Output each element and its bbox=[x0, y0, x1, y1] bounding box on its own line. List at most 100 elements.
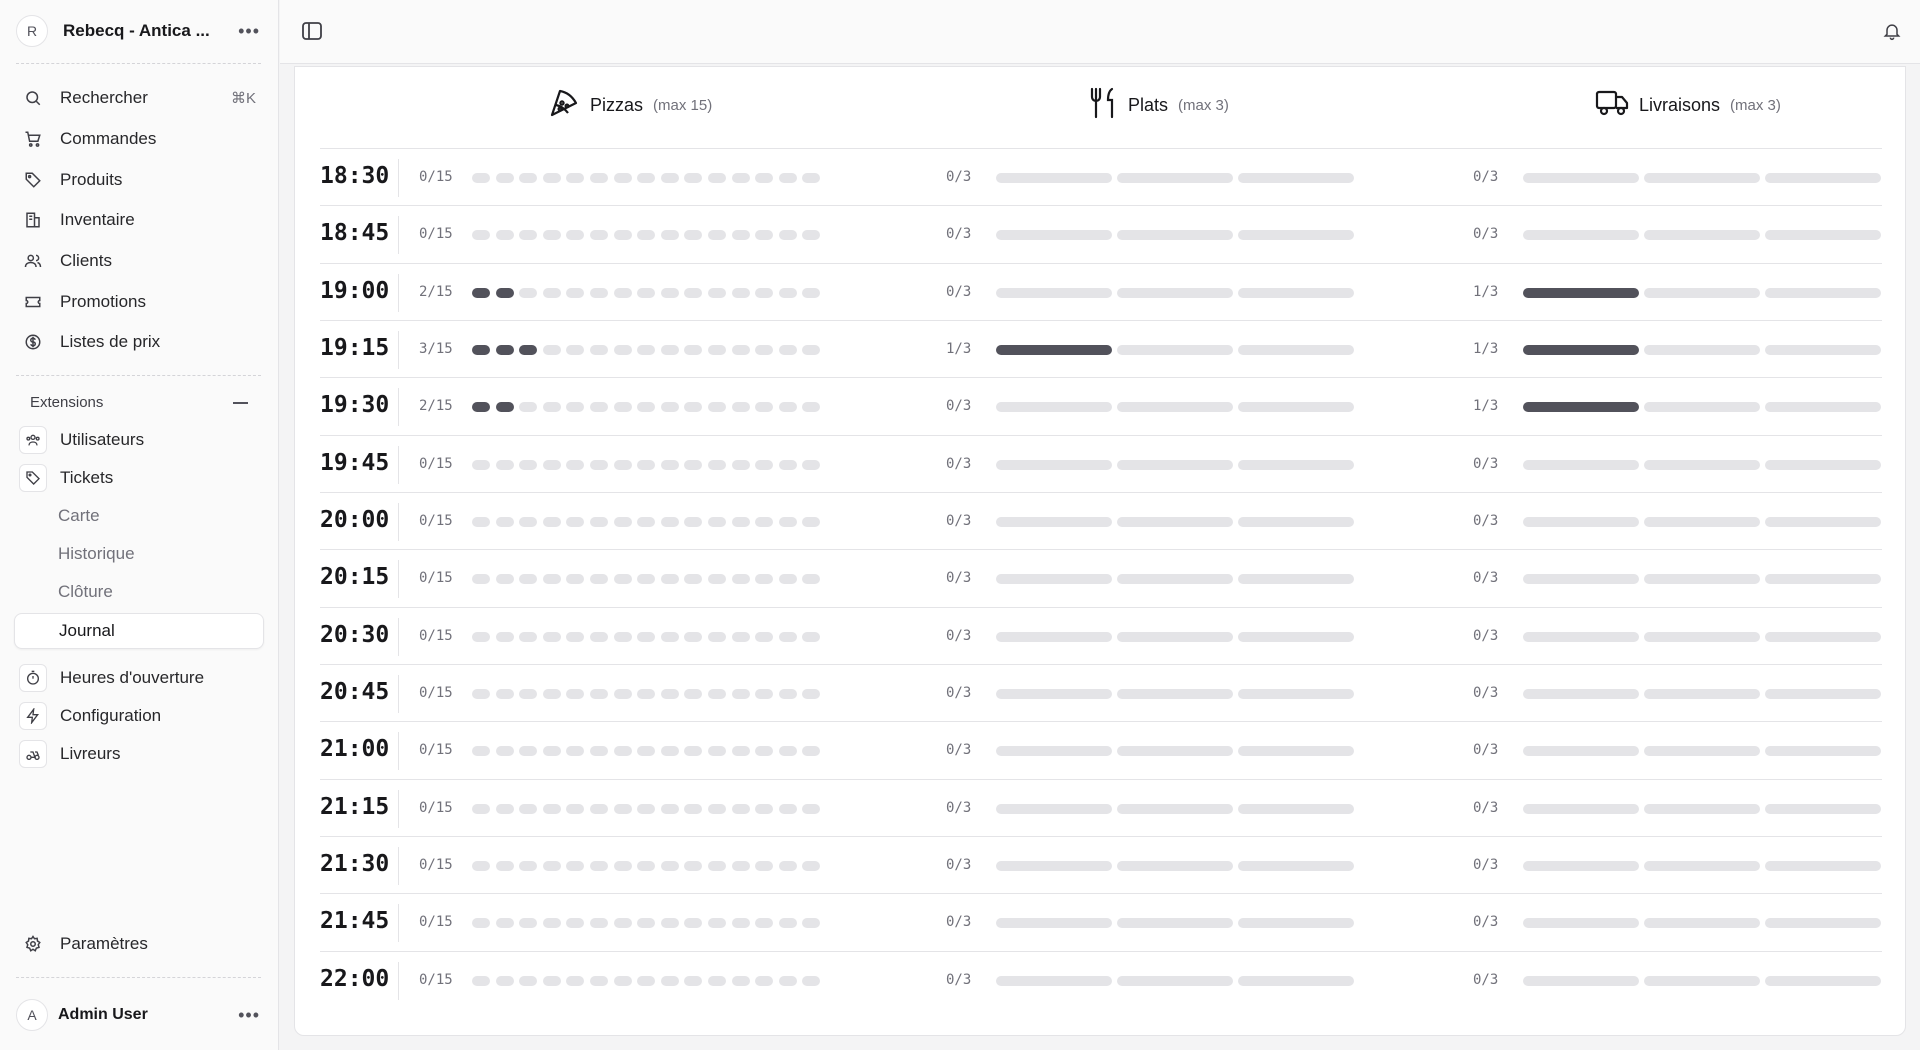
capacity-segment bbox=[1644, 746, 1760, 757]
capacity-segment bbox=[660, 402, 679, 413]
slot-count: 0/15 bbox=[419, 742, 453, 759]
slot-count: 0/15 bbox=[419, 856, 453, 873]
sidebar-item-listes-de-prix[interactable]: Listes de prix bbox=[14, 325, 264, 359]
capacity-segment bbox=[802, 631, 821, 642]
capacity-segment bbox=[613, 173, 632, 183]
sidebar-item-clients[interactable]: Clients bbox=[14, 244, 264, 278]
divider bbox=[398, 445, 399, 484]
user-menu-icon[interactable]: ••• bbox=[238, 1006, 260, 1024]
sidebar-item-promotions[interactable]: Promotions bbox=[14, 285, 264, 319]
sidebar-subitem-carte[interactable]: Carte bbox=[58, 506, 100, 526]
slot-count: 0/3 bbox=[1473, 971, 1499, 988]
sidebar-item-heures-ouverture[interactable]: Heures d'ouverture bbox=[14, 661, 264, 695]
capacity-segment bbox=[566, 574, 585, 585]
slot-count: 0/3 bbox=[946, 627, 972, 644]
slot-row: 19:45 0/15 0/3 0/3 bbox=[320, 436, 1882, 493]
slot-count: 0/15 bbox=[419, 169, 453, 185]
capacity-segment bbox=[495, 402, 514, 413]
capacity-segment bbox=[802, 574, 821, 585]
capacity-segment bbox=[613, 287, 632, 298]
search-item[interactable]: Rechercher ⌘K bbox=[14, 81, 264, 115]
sidebar-subitem-cloture[interactable]: Clôture bbox=[58, 582, 113, 602]
capacity-segment bbox=[996, 803, 1112, 814]
capacity-segment bbox=[731, 230, 750, 241]
collapse-icon[interactable] bbox=[233, 401, 248, 404]
capacity-segment bbox=[755, 402, 774, 413]
slot-count: 1/3 bbox=[1473, 398, 1499, 415]
sidebar-item-label: Tickets bbox=[60, 468, 114, 487]
capacity-segment bbox=[996, 918, 1112, 929]
slot-time: 21:30 bbox=[320, 850, 390, 877]
capacity-segment bbox=[519, 918, 538, 929]
capacity-segment bbox=[755, 975, 774, 986]
slot-count: 0/3 bbox=[1473, 799, 1499, 816]
store-menu-icon[interactable]: ••• bbox=[238, 22, 260, 40]
sidebar-item-tickets[interactable]: Tickets bbox=[14, 461, 264, 495]
divider bbox=[16, 375, 261, 376]
capacity-segment bbox=[755, 746, 774, 757]
tag-icon bbox=[14, 171, 52, 189]
slot-row: 22:00 0/15 0/3 0/3 bbox=[320, 952, 1882, 1009]
sidebar-item-commandes[interactable]: Commandes bbox=[14, 122, 264, 156]
store-switcher[interactable]: R Rebecq - Antica ... ••• bbox=[16, 14, 260, 48]
user-menu[interactable]: A Admin User ••• bbox=[16, 998, 260, 1032]
capacity-segment bbox=[684, 344, 703, 355]
sidebar-subitem-historique[interactable]: Historique bbox=[58, 544, 135, 564]
slot-count: 0/15 bbox=[419, 914, 453, 931]
capacity-segment bbox=[495, 746, 514, 757]
capacity-segment bbox=[755, 344, 774, 355]
capacity-segment bbox=[519, 746, 538, 757]
capacity-segment bbox=[590, 516, 608, 527]
capacity-segment bbox=[590, 975, 608, 986]
sidebar-item-inventaire[interactable]: Inventaire bbox=[14, 203, 264, 237]
capacity-segment bbox=[1238, 287, 1354, 298]
capacity-segment bbox=[519, 803, 538, 814]
slot-row: 21:00 0/15 0/3 0/3 bbox=[320, 722, 1882, 780]
capacity-segment bbox=[542, 459, 561, 470]
capacity-segment bbox=[1523, 402, 1639, 413]
capacity-segment bbox=[566, 688, 585, 699]
capacity-segment bbox=[778, 688, 797, 699]
sidebar-item-produits[interactable]: Produits bbox=[14, 163, 264, 197]
slot-row: 18:30 0/15 0/3 0/3 bbox=[320, 149, 1882, 207]
capacity-segment bbox=[1523, 344, 1639, 355]
slot-count: 0/3 bbox=[946, 283, 972, 300]
bell-icon[interactable] bbox=[1882, 20, 1902, 47]
column-header-pizzas: Pizzas (max 15) bbox=[548, 87, 712, 123]
capacity-segment bbox=[1238, 746, 1354, 757]
capacity-segment bbox=[778, 975, 797, 986]
capacity-segment bbox=[1644, 631, 1760, 642]
capacity-segment bbox=[472, 574, 490, 585]
capacity-segment bbox=[684, 173, 703, 183]
capacity-segment bbox=[613, 459, 632, 470]
sidebar-item-label: Heures d'ouverture bbox=[60, 668, 205, 687]
extensions-header[interactable]: Extensions bbox=[30, 394, 248, 411]
sidebar-item-label: Clients bbox=[60, 251, 112, 270]
sidebar-item-utilisateurs[interactable]: Utilisateurs bbox=[14, 423, 264, 457]
capacity-segment bbox=[495, 287, 514, 298]
slot-time: 20:15 bbox=[320, 564, 390, 591]
capacity-segment bbox=[495, 516, 514, 527]
extensions-title: Extensions bbox=[30, 394, 104, 411]
sidebar-item-livreurs[interactable]: Livreurs bbox=[14, 737, 264, 771]
sidebar-subitem-journal[interactable]: Journal bbox=[14, 613, 264, 649]
capacity-segment bbox=[660, 574, 679, 585]
store-avatar: R bbox=[16, 15, 48, 47]
capacity-segment bbox=[542, 803, 561, 814]
sidebar-item-configuration[interactable]: Configuration bbox=[14, 699, 264, 733]
capacity-segment bbox=[495, 631, 514, 642]
sidebar-item-label: Commandes bbox=[60, 129, 157, 148]
slot-time: 20:00 bbox=[320, 506, 390, 533]
capacity-segment bbox=[542, 631, 561, 642]
capacity-segment bbox=[1238, 459, 1354, 470]
capacity-segment bbox=[731, 287, 750, 298]
sidebar-toggle-icon[interactable] bbox=[302, 22, 322, 45]
slot-row: 18:45 0/15 0/3 0/3 bbox=[320, 206, 1882, 264]
capacity-segment bbox=[1765, 344, 1881, 355]
pizza-icon bbox=[548, 87, 580, 124]
sidebar-item-parametres[interactable]: Paramètres bbox=[14, 927, 264, 961]
slot-time: 21:45 bbox=[320, 908, 390, 935]
capacity-segment bbox=[731, 173, 750, 183]
capacity-segment bbox=[1765, 574, 1881, 585]
slot-time: 19:45 bbox=[320, 449, 390, 476]
